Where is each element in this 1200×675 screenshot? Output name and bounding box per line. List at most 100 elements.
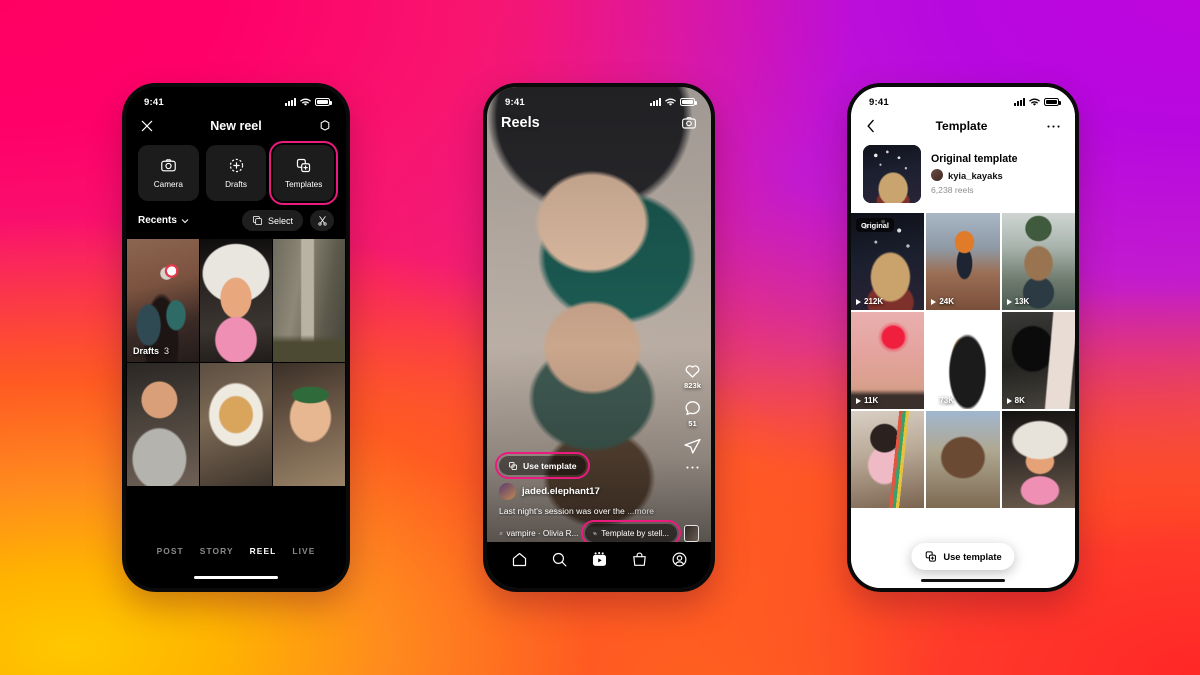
page-title: New reel [210, 119, 262, 133]
gallery-tools: Select [241, 210, 334, 231]
heart-icon [685, 365, 700, 378]
more-icon[interactable] [1046, 124, 1061, 129]
phone-reels-feed: 9:41 Reels 823k 51 Use template jaded.el… [483, 83, 715, 592]
select-label: Select [267, 215, 293, 226]
status-icons [650, 97, 697, 107]
template-chip-label: Template by stell... [601, 528, 669, 538]
grid-item[interactable] [926, 411, 1000, 509]
avatar [931, 169, 943, 181]
home-indicator [921, 578, 1005, 582]
media-thumb[interactable] [273, 363, 345, 486]
caption-text: Last night's session was over the [499, 506, 628, 516]
search-icon[interactable] [551, 551, 568, 568]
view-count: 11K [856, 396, 878, 405]
comment-count: 51 [688, 419, 697, 428]
back-chevron-icon[interactable] [865, 119, 877, 133]
view-count-label: 24K [939, 297, 955, 307]
status-bar: 9:41 [126, 87, 346, 113]
phone3-header: Template [851, 113, 1075, 143]
template-summary: Original template kyia_kayaks 6,238 reel… [851, 143, 1075, 213]
close-icon[interactable] [140, 119, 154, 133]
grid-item[interactable]: 13K [1001, 213, 1075, 311]
play-icon [1006, 298, 1012, 305]
status-time: 9:41 [505, 96, 525, 108]
status-icons [285, 97, 332, 107]
grid-item[interactable]: 11K [851, 312, 925, 410]
select-button[interactable]: Select [241, 210, 303, 231]
gallery-source-dropdown[interactable]: Recents [138, 215, 189, 226]
share-icon [684, 438, 701, 454]
like-button[interactable]: 823k [683, 361, 702, 390]
tab-reel[interactable]: REEL [250, 546, 277, 556]
home-indicator [194, 575, 278, 579]
media-grid: Drafts 3 [126, 239, 346, 486]
use-template-button[interactable]: Use template [495, 452, 590, 479]
view-count: 212K [856, 297, 883, 306]
tab-story[interactable]: STORY [200, 546, 234, 556]
phone2-screen: 9:41 Reels 823k 51 Use template jaded.el… [487, 87, 711, 588]
signal-icon [1014, 98, 1025, 106]
comment-button[interactable]: 51 [683, 399, 702, 428]
promo-stage: 9:41 New reel Camera Drafts Templates Re… [0, 0, 1200, 675]
mode-templates[interactable]: Templates [269, 141, 338, 205]
view-count: 24K [931, 297, 954, 306]
shop-icon[interactable] [631, 551, 648, 568]
audio-cover-thumb[interactable] [684, 524, 699, 542]
gallery-toolbar: Recents Select [126, 201, 346, 239]
play-icon [856, 298, 861, 305]
grid-item[interactable] [1001, 411, 1075, 509]
profile-icon[interactable] [671, 551, 688, 568]
drafts-overlay-count: 3 [164, 345, 170, 356]
play-icon [856, 397, 861, 404]
template-meta: Original template kyia_kayaks 6,238 reel… [931, 153, 1018, 195]
template-author[interactable]: kyia_kayaks [931, 169, 1018, 181]
like-count: 823k [684, 381, 701, 390]
mode-tabs: POST STORY REEL LIVE [157, 546, 316, 556]
view-count-label: 73K [939, 396, 955, 406]
original-badge: Original [856, 218, 894, 232]
view-count-label: 13K [1014, 297, 1030, 307]
mode-camera[interactable]: Camera [138, 145, 199, 201]
media-thumb[interactable] [127, 363, 199, 486]
template-cover[interactable] [863, 145, 921, 203]
mode-templates-label: Templates [285, 180, 323, 189]
view-count: 73K [931, 396, 954, 405]
templates-icon [297, 158, 311, 173]
grid-item[interactable]: Original 212K [851, 213, 925, 311]
mode-drafts[interactable]: Drafts [205, 145, 267, 201]
mode-drafts-label: Drafts [225, 180, 247, 189]
reel-caption[interactable]: Last night's session was over the ...mor… [499, 506, 699, 516]
media-thumb[interactable] [200, 363, 272, 486]
reels-icon[interactable] [591, 551, 608, 568]
tab-live[interactable]: LIVE [292, 546, 315, 556]
status-time: 9:41 [869, 96, 889, 108]
comment-icon [685, 401, 700, 416]
media-thumb[interactable] [273, 239, 345, 362]
home-icon[interactable] [511, 551, 528, 568]
use-template-fab[interactable]: Use template [911, 543, 1015, 570]
media-thumb[interactable] [200, 239, 272, 362]
audio-attribution[interactable]: vampire · Olivia R... [499, 529, 578, 538]
battery-icon [315, 98, 332, 106]
phone1-header: New reel [126, 113, 346, 143]
camera-icon[interactable] [681, 115, 697, 131]
status-bar: 9:41 [851, 87, 1075, 113]
tab-post[interactable]: POST [157, 546, 184, 556]
music-note-icon [499, 531, 503, 535]
cut-button[interactable] [310, 210, 334, 231]
reel-author[interactable]: jaded.elephant17 [499, 483, 699, 500]
settings-icon[interactable] [318, 119, 332, 133]
play-icon [1006, 397, 1012, 404]
grid-item[interactable] [851, 411, 925, 509]
share-button[interactable] [683, 437, 702, 456]
grid-item[interactable]: 8K [1001, 312, 1075, 410]
template-attribution-chip[interactable]: Template by stell... [581, 520, 681, 546]
caption-more[interactable]: ...more [627, 506, 654, 516]
media-thumb[interactable]: Drafts 3 [127, 239, 199, 362]
grid-item[interactable]: 24K [926, 213, 1000, 311]
grid-item[interactable]: 73K [926, 312, 1000, 410]
view-count: 13K [1006, 297, 1030, 307]
view-count-label: 212K [864, 297, 884, 307]
phone1-footer: POST STORY REEL LIVE [126, 532, 346, 588]
template-reels-count: 6,238 reels [931, 185, 974, 195]
